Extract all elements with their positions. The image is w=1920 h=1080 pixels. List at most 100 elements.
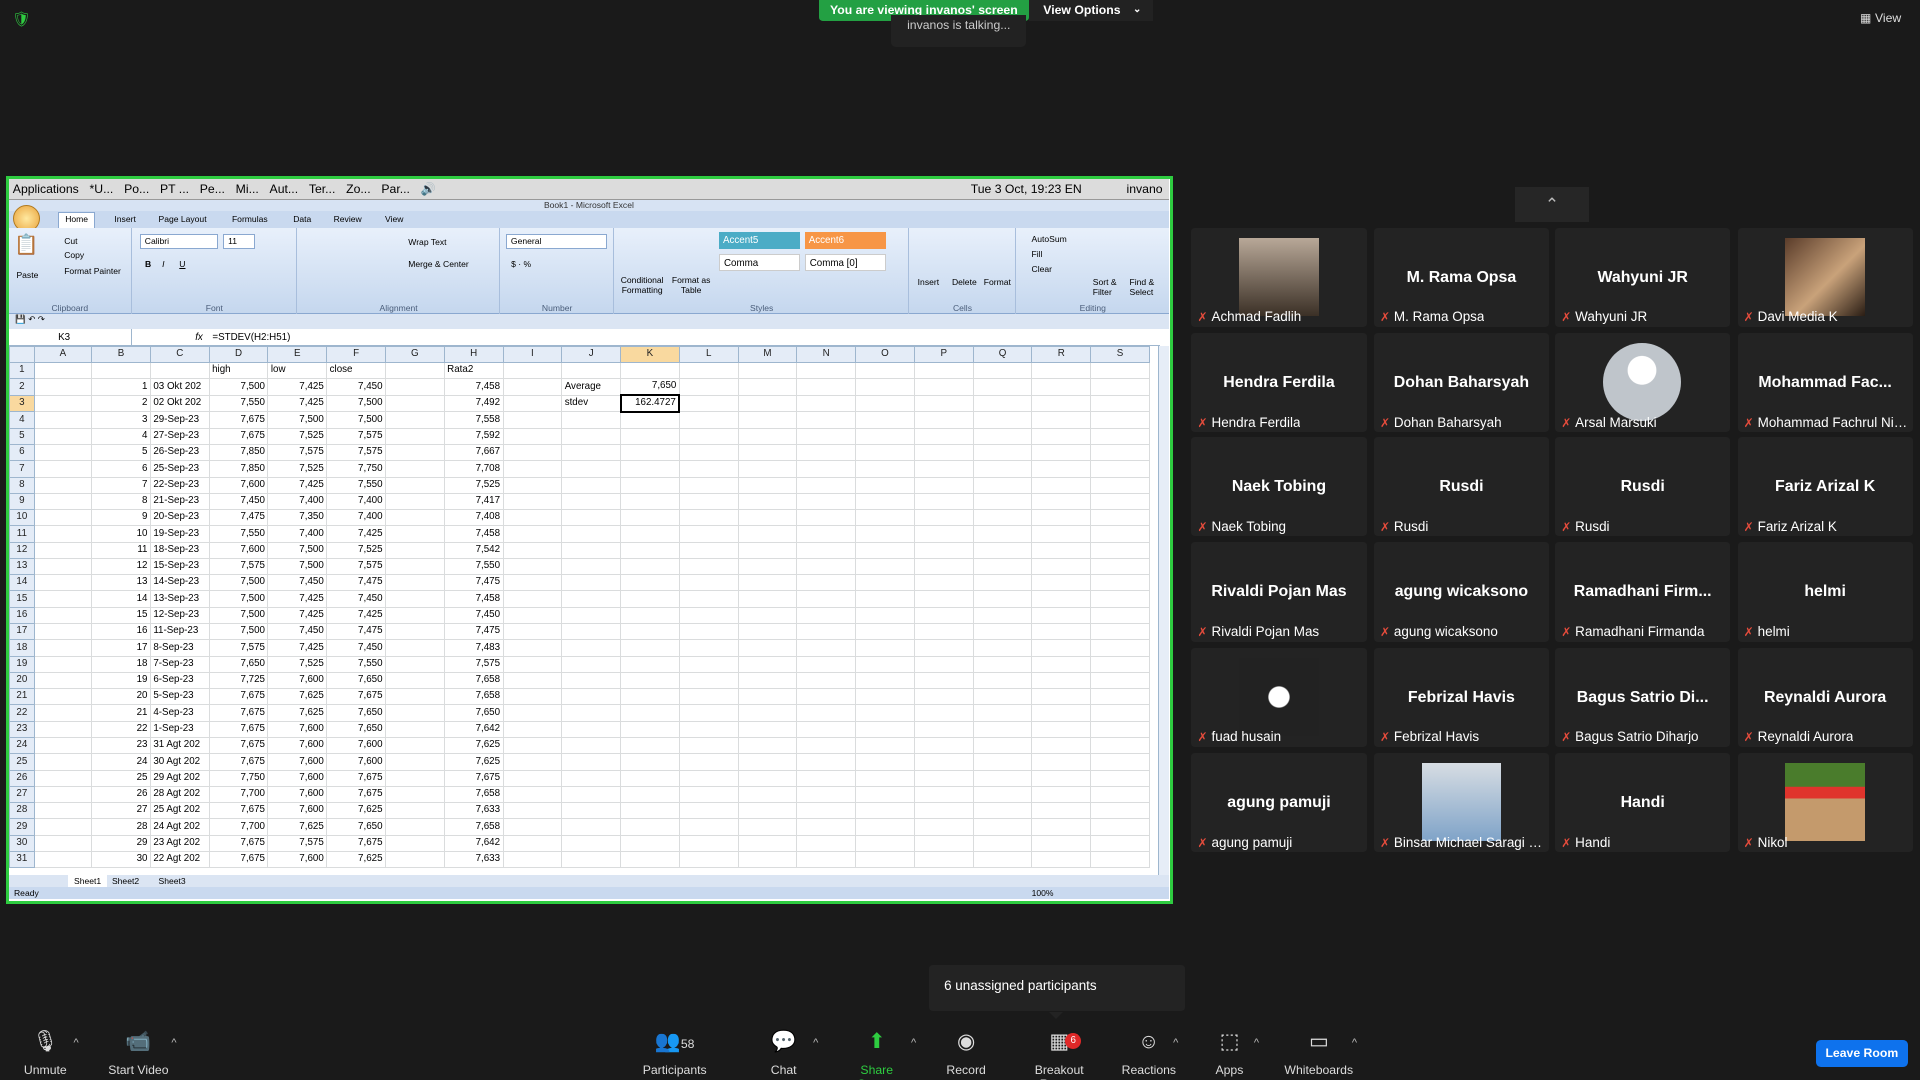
cell[interactable] [972, 769, 1033, 787]
cell-date[interactable]: 31 Agt 202 [149, 736, 210, 755]
cell[interactable] [972, 590, 1033, 608]
cell[interactable] [33, 492, 93, 511]
cell[interactable] [561, 753, 622, 771]
cell[interactable] [502, 590, 563, 608]
cell[interactable] [384, 492, 445, 511]
cell[interactable] [737, 541, 798, 559]
cell-low[interactable]: 7,525 [267, 460, 328, 478]
cell-rata2[interactable]: 7,675 [443, 769, 504, 787]
cell[interactable] [796, 606, 857, 625]
cell-high[interactable]: 7,500 [208, 574, 269, 592]
cell[interactable] [1031, 785, 1092, 804]
cell-rata2[interactable]: 7,633 [443, 850, 504, 869]
cell[interactable] [678, 736, 739, 755]
cell[interactable] [33, 753, 93, 771]
cell-high[interactable]: 7,500 [208, 378, 269, 396]
cell-date[interactable]: 27-Sep-23 [149, 427, 210, 445]
row-header[interactable]: 24 [9, 736, 35, 755]
cell[interactable] [1090, 476, 1150, 494]
cell[interactable] [737, 443, 798, 462]
cell[interactable] [678, 557, 739, 576]
cell[interactable] [561, 785, 622, 804]
cell[interactable] [1090, 378, 1150, 396]
cell[interactable] [384, 411, 445, 429]
cell[interactable] [502, 785, 563, 804]
sheet-table[interactable]: A B C D E F G H I J K L M N O P Q R S 1 high low close Rata2 2 1 0… [9, 345, 1150, 869]
cell-no[interactable]: 4 [91, 427, 151, 445]
cell[interactable] [796, 720, 857, 739]
cell-close[interactable]: 7,475 [326, 574, 386, 592]
cell-rata2[interactable]: 7,483 [443, 639, 504, 657]
cell-date[interactable]: 19-Sep-23 [149, 525, 210, 543]
row-header[interactable]: 19 [9, 655, 35, 673]
cell[interactable] [620, 736, 680, 755]
cell[interactable] [620, 671, 680, 690]
font-size-select[interactable]: 11 [223, 234, 256, 250]
cell[interactable] [384, 639, 445, 657]
participant-tile[interactable]: agung pamuji ✗ agung pamuji [1191, 753, 1367, 853]
cell[interactable] [561, 850, 622, 869]
cell-rata2[interactable]: 7,633 [443, 802, 504, 820]
cell[interactable] [913, 411, 974, 429]
autosum-button[interactable]: AutoSum [1032, 234, 1067, 244]
cell[interactable] [1090, 557, 1150, 576]
cell[interactable] [384, 704, 445, 722]
cell[interactable] [384, 509, 445, 527]
cell[interactable] [796, 671, 857, 690]
cell-rata2[interactable]: 7,525 [443, 476, 504, 494]
cell-date[interactable]: 02 Okt 202 [149, 394, 210, 413]
cell[interactable] [913, 802, 974, 820]
cell[interactable] [913, 688, 974, 706]
cell[interactable] [502, 736, 563, 755]
cell[interactable] [502, 492, 563, 511]
cell[interactable] [502, 427, 563, 445]
cell[interactable] [737, 378, 798, 396]
cell[interactable] [1090, 525, 1150, 543]
cell[interactable] [972, 427, 1033, 445]
currency-button[interactable]: $ · % [511, 259, 531, 269]
cell[interactable] [972, 688, 1033, 706]
cell-low[interactable]: 7,600 [267, 720, 328, 739]
volume-icon[interactable]: 🔊 [417, 179, 440, 199]
cell[interactable] [561, 427, 622, 445]
cell-low[interactable]: 7,575 [267, 443, 328, 462]
paste-icon[interactable]: 📋 [14, 233, 38, 257]
cell[interactable] [678, 574, 739, 592]
insert-cells-button[interactable]: Insert [918, 277, 939, 287]
cell[interactable] [33, 655, 93, 673]
cell-low[interactable]: 7,425 [267, 394, 328, 413]
cell[interactable] [620, 769, 680, 787]
cell[interactable] [678, 802, 739, 820]
view-layout-button[interactable]: ▦ View [1860, 11, 1901, 25]
column-header[interactable]: L [678, 345, 739, 364]
row-header[interactable]: 16 [9, 606, 35, 625]
cell[interactable] [502, 557, 563, 576]
cell[interactable] [33, 785, 93, 804]
cell[interactable] [913, 378, 974, 396]
cell[interactable] [502, 818, 563, 836]
row-header[interactable]: 14 [9, 574, 35, 592]
cell-no[interactable]: 20 [91, 688, 151, 706]
cell[interactable] [913, 785, 974, 804]
style-accent5[interactable]: Accent5 [719, 231, 801, 250]
row-header[interactable]: 22 [9, 704, 35, 722]
participant-tile[interactable]: Rivaldi Pojan Mas ✗ Rivaldi Pojan Mas [1191, 542, 1367, 642]
cell-no[interactable]: 25 [91, 769, 151, 787]
tab-page-layout[interactable]: Page Layout [158, 214, 206, 224]
column-header[interactable]: E [267, 345, 328, 364]
cell-date[interactable]: 21-Sep-23 [149, 492, 210, 511]
cell[interactable] [678, 492, 739, 511]
italic-button[interactable]: I [162, 259, 164, 269]
cell[interactable] [561, 541, 622, 559]
cell[interactable] [1031, 753, 1092, 771]
cell[interactable] [678, 606, 739, 625]
cell[interactable] [855, 492, 915, 511]
cell[interactable] [384, 476, 445, 494]
cell[interactable] [33, 688, 93, 706]
cell[interactable] [1090, 834, 1150, 852]
cell[interactable] [384, 671, 445, 690]
cell-high[interactable]: 7,675 [208, 802, 269, 820]
cell[interactable] [796, 736, 857, 755]
cell-rata2[interactable]: 7,650 [443, 704, 504, 722]
cell-rata2[interactable]: 7,550 [443, 557, 504, 576]
